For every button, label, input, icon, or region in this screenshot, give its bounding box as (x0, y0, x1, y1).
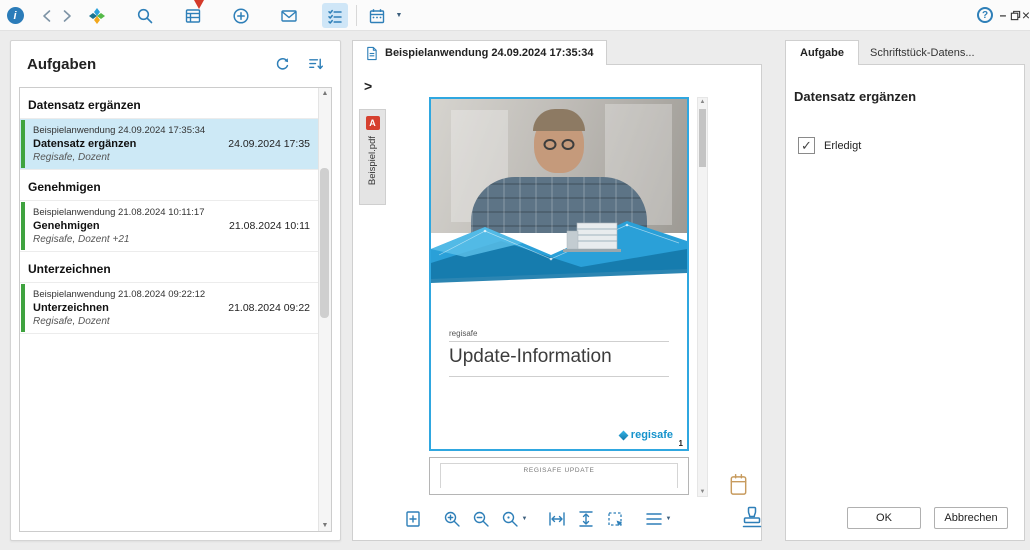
task-group-header: Unterzeichnen (20, 252, 318, 282)
task-title: Beispielanwendung 24.09.2024 17:35:34 (33, 125, 205, 136)
forward-icon[interactable] (54, 3, 80, 28)
glasses (544, 139, 575, 150)
refresh-icon[interactable] (274, 56, 291, 73)
viewer-toolbar: ▼ ▼ (353, 502, 721, 536)
collapse-chevron-icon[interactable]: > (364, 78, 372, 94)
stamp-icon[interactable] (740, 504, 764, 531)
task-row[interactable]: Beispielanwendung 21.08.2024 09:22:12 Un… (20, 282, 318, 334)
scroll-up-icon[interactable]: ▲ (698, 99, 707, 105)
scroll-down-icon[interactable]: ▼ (319, 522, 331, 529)
add-new-icon[interactable] (228, 3, 254, 28)
building-illustration (563, 223, 621, 252)
checkbox-label: Erledigt (824, 140, 861, 152)
detail-heading: Datensatz ergänzen (794, 89, 916, 104)
side-tab-label: Beispiel.pdf (367, 136, 378, 185)
task-row[interactable]: Beispielanwendung 24.09.2024 17:35:34 Da… (20, 118, 318, 170)
tab-schriftstueck-datensatz[interactable]: Schriftstück-Datens... (859, 40, 986, 65)
checkbox-checked[interactable]: ✓ (798, 137, 815, 154)
task-date: 24.09.2024 17:35 (222, 138, 310, 150)
person-hair (533, 109, 585, 131)
page-rule (449, 376, 669, 377)
logo-text: regisafe (631, 429, 673, 441)
task-group-header: Datensatz ergänzen (20, 88, 318, 118)
calendar-dropdown-caret[interactable]: ▼ (392, 3, 406, 28)
calendar-panel-icon[interactable] (727, 472, 750, 499)
tasks-list: Datensatz ergänzen Beispielanwendung 24.… (19, 87, 332, 532)
help-glyph: ? (977, 7, 993, 23)
pdf-icon: A (366, 116, 380, 130)
scroll-up-icon[interactable]: ▲ (319, 90, 331, 97)
cancel-button[interactable]: Abbrechen (934, 507, 1008, 529)
task-row[interactable]: Beispielanwendung 21.08.2024 10:11:17 Ge… (20, 200, 318, 252)
regisafe-logo: regisafe (620, 429, 673, 441)
toolbar-separator (356, 5, 357, 26)
snapshot-icon[interactable] (605, 506, 625, 532)
caret-down-icon: ▼ (666, 516, 672, 522)
tab-aufgabe[interactable]: Aufgabe (785, 40, 859, 65)
top-toolbar: i ▼ ? – (0, 0, 1030, 31)
task-list-icon[interactable] (322, 3, 348, 28)
erledigt-checkbox-row[interactable]: ✓ Erledigt (798, 137, 861, 154)
calendar-icon[interactable] (364, 3, 390, 28)
task-action: Datensatz ergänzen (33, 138, 205, 150)
scroll-down-icon[interactable]: ▼ (698, 489, 707, 495)
ok-button[interactable]: OK (847, 507, 921, 529)
task-date: 21.08.2024 10:11 (223, 220, 310, 232)
fit-height-icon[interactable] (576, 506, 596, 532)
detail-body: Datensatz ergänzen ✓ Erledigt OK Abbrech… (785, 64, 1025, 541)
pdf-page2-preview: REGISAFE UPDATE (429, 457, 689, 495)
zoom-in-icon[interactable] (442, 506, 462, 532)
document-tab[interactable]: Beispielanwendung 24.09.2024 17:35:34 (352, 40, 607, 65)
tasks-panel-title: Aufgaben (27, 56, 96, 73)
task-people: Regisafe, Dozent (33, 316, 205, 327)
task-people: Regisafe, Dozent (33, 152, 205, 163)
fit-page-icon[interactable] (403, 506, 423, 532)
page-brand-small: regisafe (449, 329, 477, 338)
info-icon[interactable]: i (2, 3, 28, 28)
logo-diamond-icon (618, 430, 628, 440)
task-title: Beispielanwendung 21.08.2024 10:11:17 (33, 207, 205, 218)
help-icon[interactable]: ? (974, 6, 996, 24)
detail-tabs: Aufgabe Schriftstück-Datens... (785, 40, 1025, 65)
side-tab-beispiel-pdf[interactable]: A Beispiel.pdf (359, 109, 386, 205)
favorites-icon[interactable] (84, 3, 110, 28)
task-action: Unterzeichnen (33, 302, 205, 314)
document-viewer: > A Beispiel.pdf (352, 64, 762, 541)
document-panel: Beispielanwendung 24.09.2024 17:35:34 > … (352, 40, 762, 541)
page-title: Update-Information (449, 346, 612, 368)
zoom-out-icon[interactable] (471, 506, 491, 532)
mail-icon[interactable] (276, 3, 302, 28)
document-tab-title: Beispielanwendung 24.09.2024 17:35:34 (385, 47, 594, 59)
preview-scrollbar[interactable]: ▲ ▼ (697, 97, 708, 497)
search-icon[interactable] (132, 3, 158, 28)
task-people: Regisafe, Dozent +21 (33, 234, 205, 245)
sort-icon[interactable] (307, 56, 324, 73)
view-options-icon[interactable]: ▼ (644, 506, 672, 532)
page-number: 1 (679, 439, 683, 448)
tasks-panel: Aufgaben Datensatz ergänzen Beispielanwe… (10, 40, 341, 541)
scrollbar-thumb[interactable] (320, 168, 329, 318)
page-rule (449, 341, 669, 342)
task-date: 21.08.2024 09:22 (222, 302, 310, 314)
close-button[interactable]: × (1019, 6, 1030, 24)
scrollbar-thumb[interactable] (699, 109, 706, 167)
zoom-select-icon[interactable]: ▼ (500, 506, 528, 532)
page2-header-label: REGISAFE UPDATE (440, 463, 678, 488)
red-flag-marker (194, 0, 204, 9)
task-title: Beispielanwendung 21.08.2024 09:22:12 (33, 289, 205, 300)
pdf-page-preview: regisafe Update-Information regisafe 1 (429, 97, 689, 451)
fit-width-icon[interactable] (547, 506, 567, 532)
caret-down-icon: ▼ (522, 516, 528, 522)
document-icon (365, 46, 378, 61)
task-action: Genehmigen (33, 220, 205, 232)
task-group-header: Genehmigen (20, 170, 318, 200)
detail-panel: Aufgabe Schriftstück-Datens... Datensatz… (785, 40, 1025, 541)
wave-graphic (431, 211, 687, 297)
tasks-scrollbar[interactable]: ▲ ▼ (318, 88, 331, 531)
info-glyph: i (7, 7, 24, 24)
tasks-panel-header: Aufgaben (11, 41, 340, 87)
